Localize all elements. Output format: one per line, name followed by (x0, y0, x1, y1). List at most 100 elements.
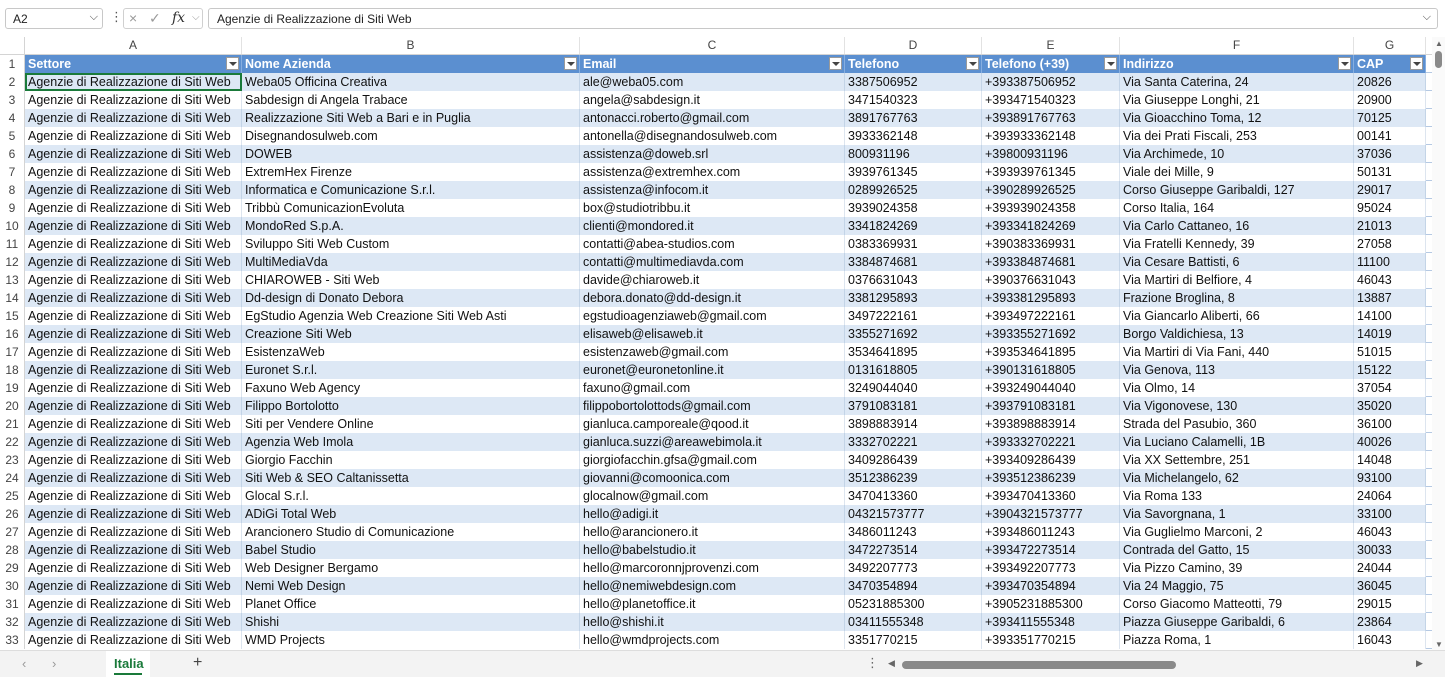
row-number[interactable]: 9 (0, 199, 25, 217)
table-cell[interactable]: 3933362148 (845, 127, 982, 145)
table-cell[interactable]: 3341824269 (845, 217, 982, 235)
table-cell[interactable]: 0376631043 (845, 271, 982, 289)
row-number[interactable]: 11 (0, 235, 25, 253)
table-cell[interactable]: antonella@disegnandosulweb.com (580, 127, 845, 145)
table-cell[interactable]: gianluca.suzzi@areawebimola.it (580, 433, 845, 451)
header-cell[interactable]: Telefono (845, 55, 982, 73)
table-cell[interactable]: +3905231885300 (982, 595, 1120, 613)
more-options-icon[interactable]: ⋮ (866, 655, 879, 671)
column-header-g[interactable]: G (1354, 37, 1426, 54)
table-cell[interactable]: ale@weba05.com (580, 73, 845, 91)
table-cell[interactable]: 30033 (1354, 541, 1426, 559)
table-cell[interactable]: +393791083181 (982, 397, 1120, 415)
table-cell[interactable]: 37054 (1354, 379, 1426, 397)
table-cell[interactable]: EsistenzaWeb (242, 343, 580, 361)
row-number[interactable]: 16 (0, 325, 25, 343)
row-number[interactable]: 33 (0, 631, 25, 649)
table-cell[interactable]: +393341824269 (982, 217, 1120, 235)
table-cell[interactable]: 21013 (1354, 217, 1426, 235)
table-cell[interactable]: 3486011243 (845, 523, 982, 541)
table-cell[interactable]: +39800931196 (982, 145, 1120, 163)
table-cell[interactable]: Piazza Giuseppe Garibaldi, 6 (1120, 613, 1354, 631)
filter-dropdown-icon[interactable] (564, 57, 577, 70)
row-number[interactable]: 29 (0, 559, 25, 577)
table-cell[interactable]: +393939761345 (982, 163, 1120, 181)
table-cell[interactable]: Giorgio Facchin (242, 451, 580, 469)
row-number[interactable]: 31 (0, 595, 25, 613)
table-cell[interactable]: Via dei Prati Fiscali, 253 (1120, 127, 1354, 145)
table-cell[interactable]: contatti@multimediavda.com (580, 253, 845, 271)
table-cell[interactable]: Agenzie di Realizzazione di Siti Web (25, 487, 242, 505)
table-cell[interactable]: +393409286439 (982, 451, 1120, 469)
table-cell[interactable]: +393387506952 (982, 73, 1120, 91)
row-number[interactable]: 13 (0, 271, 25, 289)
table-cell[interactable]: Agenzie di Realizzazione di Siti Web (25, 307, 242, 325)
row-number[interactable]: 4 (0, 109, 25, 127)
row-number[interactable]: 19 (0, 379, 25, 397)
table-cell[interactable]: Nemi Web Design (242, 577, 580, 595)
table-cell[interactable]: +390383369931 (982, 235, 1120, 253)
table-cell[interactable]: 3791083181 (845, 397, 982, 415)
table-cell[interactable]: 3471540323 (845, 91, 982, 109)
table-cell[interactable]: 20900 (1354, 91, 1426, 109)
scroll-left-icon[interactable]: ◀ (888, 658, 895, 669)
table-cell[interactable]: +393351770215 (982, 631, 1120, 649)
chevron-left-icon[interactable]: ‹ (22, 656, 26, 671)
table-cell[interactable]: 3249044040 (845, 379, 982, 397)
row-number[interactable]: 23 (0, 451, 25, 469)
table-cell[interactable]: MultiMediaVda (242, 253, 580, 271)
row-number[interactable]: 2 (0, 73, 25, 91)
table-cell[interactable]: Euronet S.r.l. (242, 361, 580, 379)
row-number[interactable]: 17 (0, 343, 25, 361)
table-cell[interactable]: Via XX Settembre, 251 (1120, 451, 1354, 469)
table-cell[interactable]: +393471540323 (982, 91, 1120, 109)
table-cell[interactable]: +393355271692 (982, 325, 1120, 343)
table-cell[interactable]: Agenzie di Realizzazione di Siti Web (25, 109, 242, 127)
table-cell[interactable]: Agenzie di Realizzazione di Siti Web (25, 559, 242, 577)
table-cell[interactable]: 93100 (1354, 469, 1426, 487)
table-cell[interactable]: +393249044040 (982, 379, 1120, 397)
table-cell[interactable]: +393472273514 (982, 541, 1120, 559)
enter-icon[interactable]: ✓ (149, 10, 161, 27)
table-cell[interactable]: Tribbù ComunicazionEvoluta (242, 199, 580, 217)
table-cell[interactable]: 36100 (1354, 415, 1426, 433)
table-cell[interactable]: Agenzie di Realizzazione di Siti Web (25, 325, 242, 343)
table-cell[interactable]: giovanni@comoonica.com (580, 469, 845, 487)
table-cell[interactable]: giorgiofacchin.gfsa@gmail.com (580, 451, 845, 469)
table-cell[interactable]: ExtremHex Firenze (242, 163, 580, 181)
table-cell[interactable]: +390376631043 (982, 271, 1120, 289)
table-cell[interactable]: Agenzie di Realizzazione di Siti Web (25, 217, 242, 235)
table-cell[interactable]: debora.donato@dd-design.it (580, 289, 845, 307)
table-cell[interactable]: 0383369931 (845, 235, 982, 253)
table-cell[interactable]: 35020 (1354, 397, 1426, 415)
table-cell[interactable]: Via Roma 133 (1120, 487, 1354, 505)
table-cell[interactable]: filippobortolottods@gmail.com (580, 397, 845, 415)
table-cell[interactable]: 3409286439 (845, 451, 982, 469)
table-cell[interactable]: MondoRed S.p.A. (242, 217, 580, 235)
table-cell[interactable]: +393898883914 (982, 415, 1120, 433)
table-cell[interactable]: 3497222161 (845, 307, 982, 325)
table-cell[interactable]: Viale dei Mille, 9 (1120, 163, 1354, 181)
row-number[interactable]: 28 (0, 541, 25, 559)
table-cell[interactable]: 800931196 (845, 145, 982, 163)
filter-dropdown-icon[interactable] (1104, 57, 1117, 70)
table-cell[interactable]: hello@arancionero.it (580, 523, 845, 541)
table-cell[interactable]: Sviluppo Siti Web Custom (242, 235, 580, 253)
table-cell[interactable]: Corso Giacomo Matteotti, 79 (1120, 595, 1354, 613)
table-cell[interactable]: Frazione Broglina, 8 (1120, 289, 1354, 307)
table-cell[interactable]: CHIAROWEB - Siti Web (242, 271, 580, 289)
table-cell[interactable]: 04321573777 (845, 505, 982, 523)
table-cell[interactable]: Strada del Pasubio, 360 (1120, 415, 1354, 433)
table-cell[interactable]: ADiGi Total Web (242, 505, 580, 523)
table-cell[interactable]: 3470354894 (845, 577, 982, 595)
filter-dropdown-icon[interactable] (966, 57, 979, 70)
table-cell[interactable]: +393470354894 (982, 577, 1120, 595)
table-cell[interactable]: assistenza@extremhex.com (580, 163, 845, 181)
table-cell[interactable]: Agenzie di Realizzazione di Siti Web (25, 145, 242, 163)
chevron-down-icon[interactable]: ⌵ (90, 11, 98, 24)
table-cell[interactable]: Agenzie di Realizzazione di Siti Web (25, 541, 242, 559)
table-cell[interactable]: Glocal S.r.l. (242, 487, 580, 505)
table-cell[interactable]: Agenzie di Realizzazione di Siti Web (25, 253, 242, 271)
row-number[interactable]: 22 (0, 433, 25, 451)
table-cell[interactable]: +393381295893 (982, 289, 1120, 307)
